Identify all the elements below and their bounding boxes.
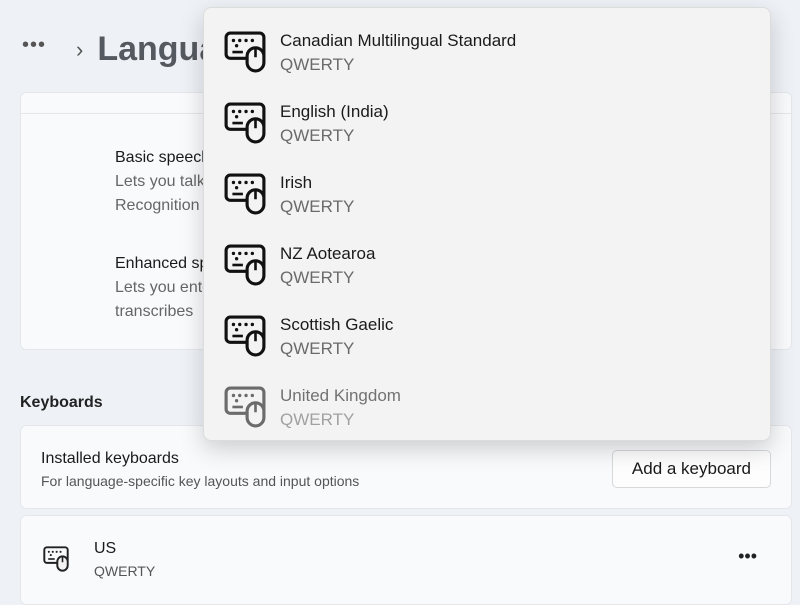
breadcrumb-more-button[interactable]: •••	[22, 34, 46, 57]
keyboard-picker-flyout: Canadian Multilingual Standard QWERTY En…	[203, 7, 771, 441]
keyboard-option-layout: QWERTY	[280, 126, 354, 146]
installed-keyboards-title: Installed keyboards	[41, 450, 179, 468]
keyboard-option-name: NZ Aotearoa	[280, 244, 375, 264]
keyboard-option-layout: QWERTY	[280, 55, 354, 75]
keyboard-option-name: Irish	[280, 173, 312, 193]
keyboard-option-name: Scottish Gaelic	[280, 315, 393, 335]
keyboard-option-layout: QWERTY	[280, 268, 354, 288]
keyboard-option-name: United Kingdom	[280, 386, 401, 406]
keyboard-icon	[224, 244, 266, 286]
chevron-right-icon: ›	[76, 37, 83, 63]
installed-keyboards-desc: For language-specific key layouts and in…	[41, 473, 359, 489]
keyboard-option[interactable]: United Kingdom QWERTY	[204, 368, 770, 439]
keyboard-icon	[224, 315, 266, 357]
keyboard-option[interactable]: Irish QWERTY	[204, 155, 770, 226]
keyboard-more-button[interactable]: •••	[738, 546, 757, 567]
keyboard-name: US	[94, 540, 116, 558]
add-keyboard-button[interactable]: Add a keyboard	[612, 450, 771, 488]
keyboard-option-layout: QWERTY	[280, 410, 354, 430]
keyboard-row-us: US QWERTY •••	[20, 515, 792, 605]
keyboard-option-name: English (India)	[280, 102, 389, 122]
keyboard-option[interactable]: NZ Aotearoa QWERTY	[204, 226, 770, 297]
keyboard-option-name: Canadian Multilingual Standard	[280, 31, 516, 51]
keyboard-option[interactable]: English (India) QWERTY	[204, 84, 770, 155]
keyboard-icon	[224, 31, 266, 73]
keyboard-option-layout: QWERTY	[280, 197, 354, 217]
keyboard-option[interactable]: Canadian Multilingual Standard QWERTY	[204, 13, 770, 84]
keyboard-icon	[224, 173, 266, 215]
keyboard-layout: QWERTY	[94, 563, 155, 579]
keyboard-icon	[224, 102, 266, 144]
keyboard-option[interactable]: Scottish Gaelic QWERTY	[204, 297, 770, 368]
keyboard-option-layout: QWERTY	[280, 339, 354, 359]
keyboard-icon	[224, 386, 266, 428]
keyboard-icon	[43, 546, 69, 572]
keyboards-heading: Keyboards	[20, 394, 103, 412]
